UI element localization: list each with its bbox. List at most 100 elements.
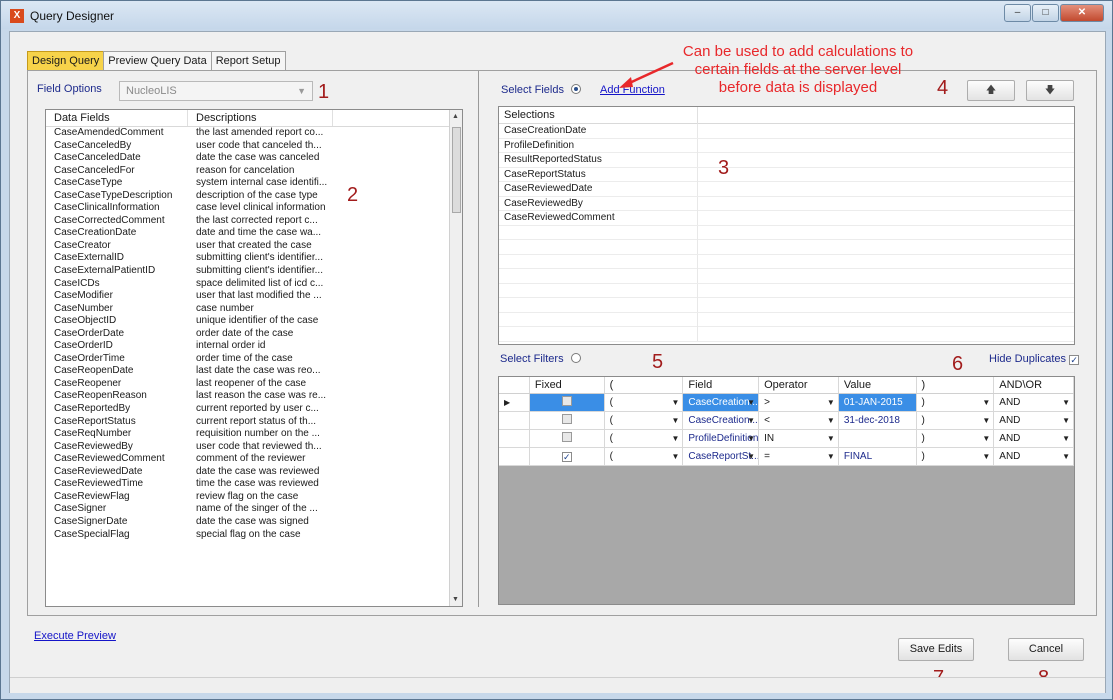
col-open-paren[interactable]: ( [605,377,684,393]
maximize-icon[interactable]: □ [1032,4,1059,22]
list-item[interactable]: CaseReviewedDate [499,182,1074,197]
table-row[interactable]: CaseOrderTime order time of the case [46,353,462,366]
close-paren-select[interactable]: ) ▼ [917,394,995,411]
row-header[interactable] [499,448,530,465]
tab-preview-query-data[interactable]: Preview Query Data [103,51,212,71]
tab-report-setup[interactable]: Report Setup [210,51,286,71]
dropdown-arrow-icon[interactable]: ▼ [1062,394,1070,411]
execute-preview-link[interactable]: Execute Preview [34,630,116,642]
row-header[interactable] [499,412,530,429]
table-row[interactable]: CaseNumber case number [46,303,462,316]
value-input[interactable]: 01-JAN-2015 [838,394,917,411]
list-item[interactable] [499,254,1074,269]
move-down-button[interactable]: 🡇 [1026,80,1074,101]
fixed-checkbox[interactable]: ✓ [561,452,572,462]
fixed-checkbox[interactable] [561,414,572,424]
table-row[interactable]: CaseReviewedBy user code that reviewed th… [46,441,462,454]
and-or-select[interactable]: AND ▼ [994,394,1074,411]
and-or-select[interactable]: AND ▼ [994,430,1074,447]
dropdown-arrow-icon[interactable]: ▼ [1062,412,1070,429]
hide-duplicates-option[interactable]: Hide Duplicates ✓ [989,353,1080,365]
operator-select[interactable]: < ▼ [759,412,839,429]
title-bar[interactable]: X Query Designer – □ ✕ [1,1,1112,29]
value-input[interactable] [839,430,917,447]
selections-grid[interactable]: Selections CaseCreationDate ProfileDefini… [498,106,1075,345]
value-input[interactable]: 31-dec-2018 [839,412,917,429]
dropdown-arrow-icon[interactable]: ▼ [1062,448,1070,465]
table-row[interactable]: CaseCreator user that created the case [46,240,462,253]
list-item[interactable] [499,327,1074,342]
dropdown-arrow-icon[interactable]: ▼ [671,394,679,411]
table-row[interactable]: CaseReviewedDate date the case was review… [46,466,462,479]
value-input[interactable]: FINAL [839,448,917,465]
dropdown-arrow-icon[interactable]: ▼ [747,430,755,447]
list-item[interactable] [499,312,1074,327]
open-paren-select[interactable]: (▼ [605,412,684,429]
field-select[interactable]: CaseCreation... ▼ [683,412,760,429]
close-icon[interactable]: ✕ [1060,4,1104,22]
table-row[interactable]: CaseExternalPatientID submitting client's… [46,265,462,278]
dropdown-arrow-icon[interactable]: ▼ [747,448,755,465]
list-item[interactable] [499,283,1074,298]
field-select[interactable]: CaseCreation... ▼ [683,394,760,411]
col-data-fields[interactable]: Data Fields [46,110,188,126]
table-row[interactable]: CaseReopener last reopener of the case [46,378,462,391]
operator-select[interactable]: IN ▼ [759,430,839,447]
col-operator[interactable]: Operator [759,377,839,393]
tab-design-query[interactable]: Design Query [27,51,105,71]
table-row[interactable]: CaseSpecialFlag special flag on the case [46,529,462,542]
list-item[interactable]: ProfileDefinition [499,138,1074,153]
data-fields-scrollbar[interactable]: ▲ ▼ [449,110,462,606]
close-paren-select[interactable]: ) ▼ [917,430,995,447]
table-row[interactable]: CaseCanceledBy user code that canceled th… [46,140,462,153]
open-paren-select[interactable]: (▼ [605,448,684,465]
dropdown-arrow-icon[interactable]: ▼ [827,430,835,447]
table-row[interactable]: CaseOrderID internal order id [46,340,462,353]
table-row[interactable]: CaseObjectID unique identifier of the cas… [46,315,462,328]
dropdown-arrow-icon[interactable]: ▼ [827,394,835,411]
col-value[interactable]: Value [839,377,917,393]
table-row[interactable]: CaseCorrectedComment the last corrected r… [46,215,462,228]
list-item[interactable]: CaseReviewedBy [499,196,1074,211]
dropdown-arrow-icon[interactable]: ▼ [982,448,990,465]
dropdown-arrow-icon[interactable]: ▼ [827,412,835,429]
cancel-button[interactable]: Cancel [1008,638,1084,661]
col-close-paren[interactable]: ) [917,377,995,393]
filters-grid[interactable]: Fixed ( Field Operator Value ) AND\OR ▶ (… [498,376,1075,605]
list-item[interactable] [499,298,1074,313]
select-filters-radio[interactable] [570,353,581,363]
row-header[interactable]: ▶ [499,394,530,411]
table-row[interactable]: CaseCanceledDate date the case was cancel… [46,152,462,165]
table-row[interactable]: CaseOrderDate order date of the case [46,328,462,341]
splitter[interactable] [478,71,479,607]
dropdown-arrow-icon[interactable]: ▼ [747,394,755,411]
scroll-down-icon[interactable]: ▼ [452,596,459,603]
table-row[interactable]: CaseReportedBy current reported by user c… [46,403,462,416]
table-row[interactable]: CaseClinicalInformation case level clinic… [46,202,462,215]
select-filters-option[interactable]: Select Filters [500,353,581,365]
close-paren-select[interactable]: ) ▼ [917,448,995,465]
filter-row[interactable]: (▼ ProfileDefinition ▼ IN ▼ ) ▼ AND ▼ [499,430,1074,448]
operator-select[interactable]: = ▼ [759,448,839,465]
select-fields-radio[interactable] [571,84,582,94]
minimize-icon[interactable]: – [1004,4,1031,22]
table-row[interactable]: CaseAmendedComment the last amended repor… [46,127,462,140]
open-paren-select[interactable]: (▼ [605,430,684,447]
table-row[interactable]: CaseReviewedTime time the case was review… [46,478,462,491]
move-up-button[interactable]: 🡅 [967,80,1015,101]
scroll-thumb[interactable] [452,127,461,213]
table-row[interactable]: CaseSignerDate date the case was signed [46,516,462,529]
data-fields-grid[interactable]: Data Fields Descriptions CaseAmendedComm… [45,109,463,607]
hide-duplicates-checkbox[interactable]: ✓ [1069,355,1080,365]
field-select[interactable]: CaseReportSt... ▼ [683,448,760,465]
list-item[interactable]: CaseReviewedComment [499,211,1074,226]
table-row[interactable]: CaseReopenDate last date the case was reo… [46,365,462,378]
table-row[interactable]: CaseCreationDate date and time the case w… [46,227,462,240]
table-row[interactable]: CaseReviewFlag review flag on the case [46,491,462,504]
fixed-checkbox[interactable] [561,396,572,406]
table-row[interactable]: CaseCanceledFor reason for cancelation [46,165,462,178]
operator-select[interactable]: > ▼ [759,394,839,411]
list-item[interactable] [499,225,1074,240]
field-select[interactable]: ProfileDefinition ▼ [683,430,760,447]
list-item[interactable]: CaseReportStatus [499,167,1074,182]
